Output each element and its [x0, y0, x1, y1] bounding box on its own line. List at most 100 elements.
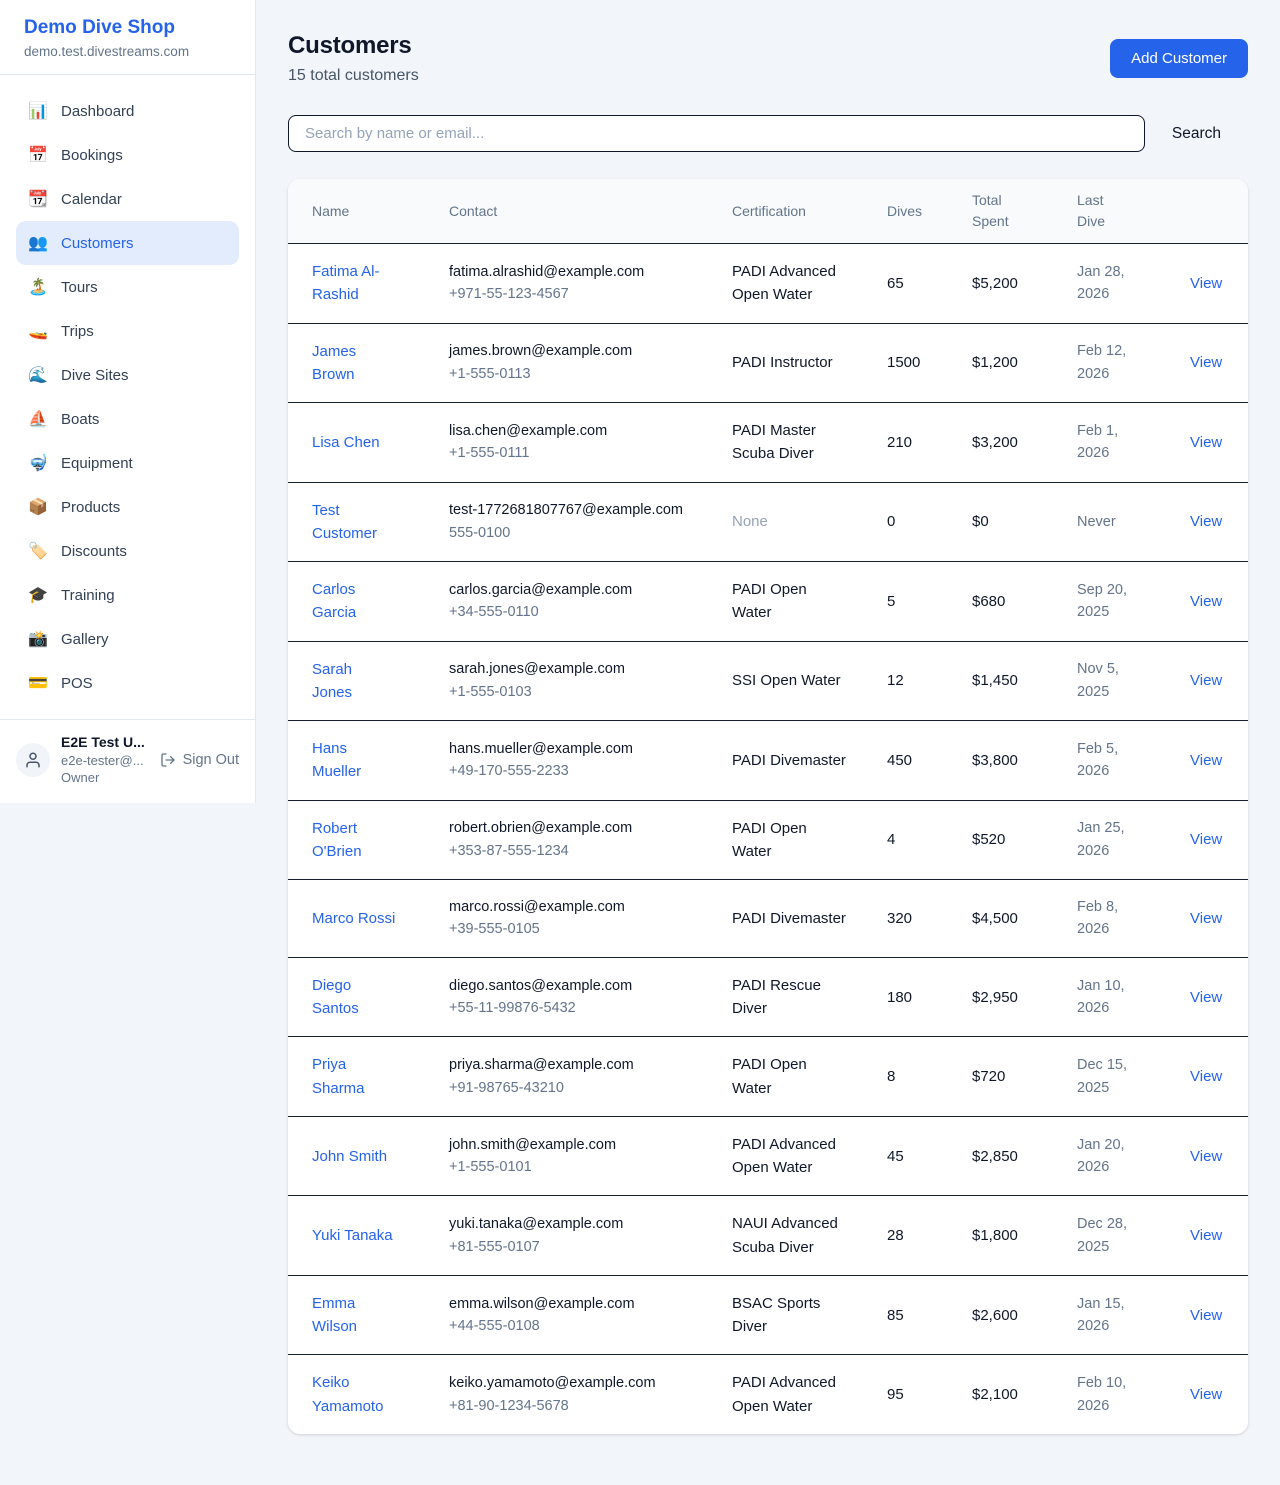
customer-total-spent: $0 [972, 513, 989, 530]
sidebar-item-label: Tours [61, 279, 98, 296]
view-link[interactable]: View [1190, 672, 1222, 689]
customer-dives: 85 [887, 1307, 904, 1324]
sidebar-item-pos[interactable]: 💳POS [16, 661, 239, 705]
customer-name-link[interactable]: Test Customer [312, 499, 396, 546]
sidebar-nav: 📊Dashboard 📅 Bookings 📆Calendar👥Customers🏝️… [0, 75, 255, 719]
sidebar-item-dive-sites[interactable]: 🌊Dive Sites [16, 353, 239, 397]
view-link[interactable]: View [1190, 354, 1222, 371]
customer-name-link[interactable]: Keiko Yamamoto [312, 1371, 396, 1418]
sign-out-button[interactable]: Sign Out [160, 752, 239, 768]
customer-total-spent: $720 [972, 1068, 1005, 1085]
sidebar-item-discounts[interactable]: 🏷️Discounts [16, 529, 239, 573]
customer-certification: BSAC Sports Diver [732, 1292, 850, 1339]
view-link[interactable]: View [1190, 434, 1222, 451]
customer-name-link[interactable]: Carlos Garcia [312, 578, 396, 625]
sidebar-item-label: Boats [61, 411, 99, 428]
page-header: Customers 15 total customers Add Custome… [288, 32, 1248, 85]
sidebar-item-training[interactable]: 🎓Training [16, 573, 239, 617]
sidebar-item-dashboard[interactable]: 📊Dashboard [16, 89, 239, 133]
customer-phone: +44-555-0108 [449, 1315, 700, 1337]
view-link[interactable]: View [1190, 1148, 1222, 1165]
customer-certification: PADI Open Water [732, 1053, 850, 1100]
sidebar-item-boats[interactable]: ⛵Boats [16, 397, 239, 441]
customer-name-link[interactable]: Marco Rossi [312, 907, 395, 930]
customer-certification: PADI Open Water [732, 817, 850, 864]
customer-name-link[interactable]: Hans Mueller [312, 737, 396, 784]
customer-name-link[interactable]: Sarah Jones [312, 658, 396, 705]
customer-total-spent: $2,100 [972, 1386, 1018, 1403]
customer-total-spent: $2,600 [972, 1307, 1018, 1324]
view-link[interactable]: View [1190, 1307, 1222, 1324]
table-row: Fatima Al-Rashidfatima.alrashid@example.… [288, 244, 1248, 324]
calendar-icon: 📅 [28, 145, 48, 165]
view-link[interactable]: View [1190, 1227, 1222, 1244]
search-button[interactable]: Search [1145, 125, 1248, 143]
sidebar-item-label: Gallery [61, 631, 109, 648]
user-section: E2E Test U... e2e-tester@... Owner Sign … [0, 719, 255, 803]
view-link[interactable]: View [1190, 593, 1222, 610]
view-link[interactable]: View [1190, 989, 1222, 1006]
search-input[interactable] [288, 115, 1145, 152]
customer-name-link[interactable]: Emma Wilson [312, 1292, 396, 1339]
customer-certification: NAUI Advanced Scuba Diver [732, 1212, 850, 1259]
customer-name-link[interactable]: Diego Santos [312, 974, 396, 1021]
sidebar-item-customers[interactable]: 👥Customers [16, 221, 239, 265]
customer-total-spent: $5,200 [972, 275, 1018, 292]
customer-phone: +1-555-0103 [449, 681, 700, 703]
customer-name-link[interactable]: James Brown [312, 340, 396, 387]
shop-name[interactable]: Demo Dive Shop [24, 17, 231, 39]
customer-phone: +1-555-0113 [449, 363, 700, 385]
customer-name-link[interactable]: John Smith [312, 1145, 387, 1168]
sidebar-item-products[interactable]: 📦Products [16, 485, 239, 529]
sidebar-item-tours[interactable]: 🏝️Tours [16, 265, 239, 309]
customer-last-dive: Feb 1, 2026 [1077, 420, 1139, 465]
view-link[interactable]: View [1190, 910, 1222, 927]
table-row: Sarah Jonessarah.jones@example.com+1-555… [288, 641, 1248, 721]
customer-phone: +1-555-0111 [449, 442, 700, 464]
customer-name-link[interactable]: Lisa Chen [312, 431, 380, 454]
customer-email: james.brown@example.com [449, 340, 700, 362]
view-link[interactable]: View [1190, 513, 1222, 530]
view-link[interactable]: View [1190, 831, 1222, 848]
customer-certification: SSI Open Water [732, 669, 841, 692]
customer-total-spent: $3,800 [972, 752, 1018, 769]
tear-off-calendar-icon: 📆 [28, 189, 48, 209]
customer-phone: +971-55-123-4567 [449, 283, 700, 305]
customer-certification: PADI Divemaster [732, 907, 846, 930]
table-row: Lisa Chenlisa.chen@example.com+1-555-011… [288, 403, 1248, 483]
view-link[interactable]: View [1190, 1068, 1222, 1085]
customer-certification: PADI Open Water [732, 578, 850, 625]
sidebar-item-bookings[interactable]: 📅 Bookings [16, 133, 239, 177]
bar-chart-icon: 📊 [28, 101, 48, 121]
customer-name-link[interactable]: Yuki Tanaka [312, 1224, 393, 1247]
customers-table: NameContactCertificationDivesTotal Spent… [288, 179, 1248, 1434]
customer-name-link[interactable]: Fatima Al-Rashid [312, 260, 396, 307]
table-row: Yuki Tanakayuki.tanaka@example.com+81-55… [288, 1196, 1248, 1276]
sidebar-item-trips[interactable]: 🚤Trips [16, 309, 239, 353]
customer-name-link[interactable]: Robert O'Brien [312, 817, 396, 864]
customer-phone: +81-90-1234-5678 [449, 1395, 700, 1417]
column-header-contact: Contact [433, 179, 716, 244]
view-link[interactable]: View [1190, 1386, 1222, 1403]
sidebar-item-equipment[interactable]: 🤿Equipment [16, 441, 239, 485]
sidebar-item-label: Dive Sites [61, 367, 129, 384]
sidebar: Demo Dive Shop demo.test.divestreams.com… [0, 0, 256, 803]
add-customer-button[interactable]: Add Customer [1110, 39, 1248, 78]
table-row: Hans Muellerhans.mueller@example.com+49-… [288, 721, 1248, 801]
table-row: Keiko Yamamotokeiko.yamamoto@example.com… [288, 1355, 1248, 1434]
customer-name-link[interactable]: Priya Sharma [312, 1053, 396, 1100]
sidebar-item-label: Trips [61, 323, 94, 340]
customer-dives: 0 [887, 513, 895, 530]
customer-email: priya.sharma@example.com [449, 1054, 700, 1076]
table-row: John Smithjohn.smith@example.com+1-555-0… [288, 1116, 1248, 1196]
table-row: Test Customertest-1772681807767@example.… [288, 482, 1248, 562]
customer-total-spent: $520 [972, 831, 1005, 848]
view-link[interactable]: View [1190, 752, 1222, 769]
table-header-row: NameContactCertificationDivesTotal Spent… [288, 179, 1248, 244]
customer-last-dive: Never [1077, 511, 1116, 533]
sidebar-item-gallery[interactable]: 📸Gallery [16, 617, 239, 661]
view-link[interactable]: View [1190, 275, 1222, 292]
sidebar-item-label: Bookings [61, 147, 123, 164]
sidebar-item-calendar[interactable]: 📆Calendar [16, 177, 239, 221]
customer-certification: None [732, 510, 768, 533]
